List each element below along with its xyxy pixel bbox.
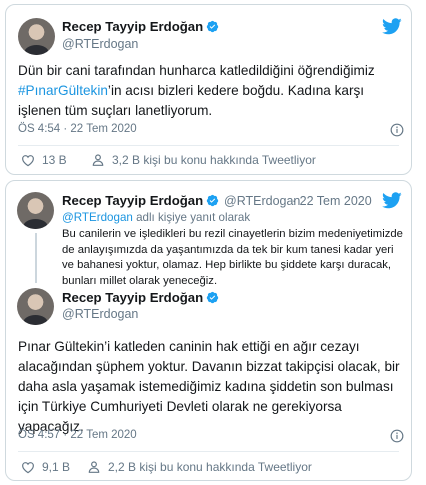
reply-to-mention[interactable]: @RTErdogan bbox=[62, 211, 133, 224]
avatar[interactable] bbox=[18, 18, 55, 55]
people-talking-link[interactable]: 2,2 B kişi bu konu hakkında Tweetliyor bbox=[86, 459, 312, 475]
like-button[interactable]: 9,1 B bbox=[20, 459, 70, 475]
thread-line bbox=[35, 233, 37, 283]
tweet-card[interactable]: Recep Tayyip Erdoğan @RTErdogan Dün bir … bbox=[5, 4, 412, 175]
parent-avatar[interactable] bbox=[17, 192, 54, 229]
author-handle[interactable]: @RTErdogan bbox=[62, 37, 138, 51]
info-icon[interactable] bbox=[390, 123, 404, 137]
verified-badge-icon bbox=[206, 194, 219, 207]
tweet-thread-card[interactable]: Recep Tayyip Erdoğan @RTErdogan · 22 Tem… bbox=[5, 180, 412, 481]
reply-to-label: @RTErdogan adlı kişiye yanıt olarak bbox=[62, 211, 250, 224]
people-talking-text: 2,2 B kişi bu konu hakkında Tweetliyor bbox=[108, 460, 312, 474]
avatar[interactable] bbox=[17, 288, 54, 325]
author-handle[interactable]: @RTErdogan bbox=[62, 307, 138, 321]
heart-icon bbox=[22, 155, 34, 167]
parent-date[interactable]: · 22 Tem 2020 bbox=[292, 194, 372, 208]
person-icon bbox=[92, 154, 104, 166]
parent-author-name[interactable]: Recep Tayyip Erdoğan bbox=[62, 193, 203, 208]
info-icon[interactable] bbox=[390, 429, 404, 443]
parent-tweet-text: Bu canilerin ve işledikleri bu rezil cin… bbox=[62, 228, 403, 287]
heart-icon bbox=[22, 462, 34, 474]
divider bbox=[18, 451, 399, 452]
verified-badge-icon bbox=[206, 291, 219, 304]
reply-to-suffix: adlı kişiye yanıt olarak bbox=[132, 211, 251, 224]
people-talking-link[interactable]: 3,2 B kişi bu konu hakkında Tweetliyor bbox=[90, 152, 316, 168]
timestamp[interactable]: ÖS 4:54 · 22 Tem 2020 bbox=[18, 123, 137, 135]
divider bbox=[18, 145, 399, 146]
author-name[interactable]: Recep Tayyip Erdoğan bbox=[62, 290, 203, 305]
hashtag-link[interactable]: #PınarGültekin bbox=[18, 83, 108, 98]
people-talking-text: 3,2 B kişi bu konu hakkında Tweetliyor bbox=[112, 153, 316, 167]
twitter-bird-icon[interactable] bbox=[382, 192, 402, 209]
person-icon bbox=[88, 461, 100, 473]
author-name[interactable]: Recep Tayyip Erdoğan bbox=[62, 19, 203, 34]
tweet-text: Dün bir cani tarafından hunharca katledi… bbox=[18, 61, 408, 121]
tweet-text-part: Dün bir cani tarafından hunharca katledi… bbox=[18, 63, 375, 78]
verified-badge-icon bbox=[206, 20, 219, 33]
like-count: 13 B bbox=[42, 153, 67, 167]
like-count: 9,1 B bbox=[42, 460, 71, 474]
parent-author-handle[interactable]: @RTErdogan bbox=[224, 194, 300, 208]
timestamp[interactable]: ÖS 4:57 · 22 Tem 2020 bbox=[18, 429, 137, 441]
like-button[interactable]: 13 B bbox=[20, 152, 67, 168]
twitter-bird-icon[interactable] bbox=[382, 18, 402, 35]
tweet-text: Pınar Gültekin’i katleden caninin hak et… bbox=[18, 339, 400, 434]
